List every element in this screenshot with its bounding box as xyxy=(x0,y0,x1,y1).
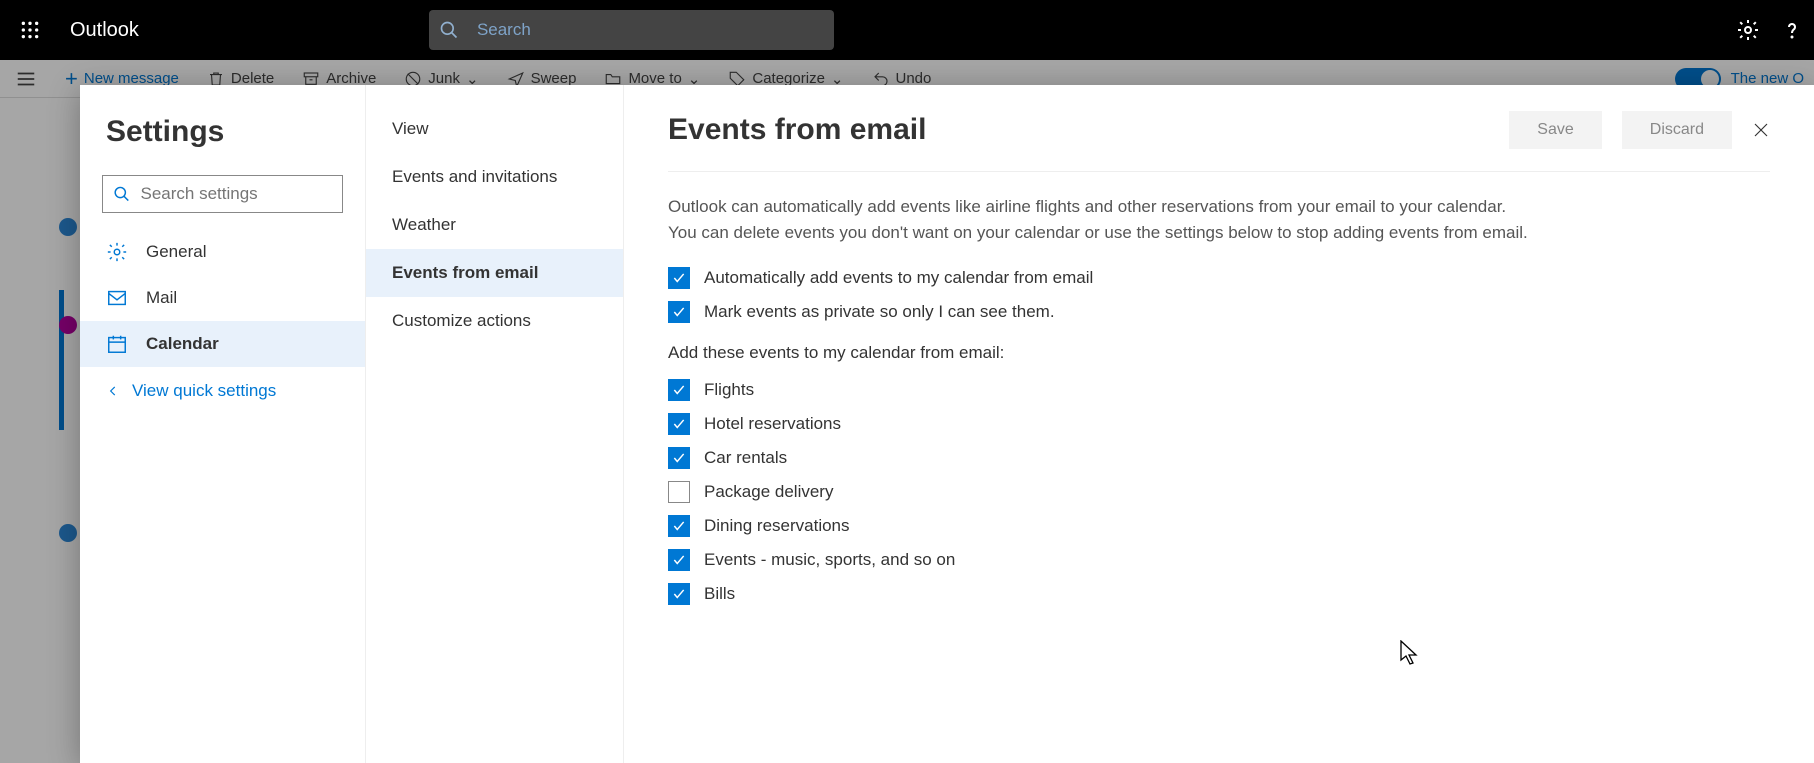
checkbox-event-type[interactable]: Car rentals xyxy=(668,447,1770,469)
nav-calendar[interactable]: Calendar xyxy=(80,321,365,367)
checkbox[interactable] xyxy=(668,379,690,401)
search-placeholder: Search xyxy=(477,20,531,40)
checkbox-label: Flights xyxy=(704,380,754,400)
checkbox[interactable] xyxy=(668,267,690,289)
subnav-customize-actions[interactable]: Customize actions xyxy=(366,297,623,345)
checkbox-event-type[interactable]: Events - music, sports, and so on xyxy=(668,549,1770,571)
close-icon[interactable] xyxy=(1752,121,1770,139)
checkbox-event-type[interactable]: Bills xyxy=(668,583,1770,605)
checkbox-label: Dining reservations xyxy=(704,516,850,536)
checkbox[interactable] xyxy=(668,413,690,435)
search-icon xyxy=(113,184,130,204)
subnav-view[interactable]: View xyxy=(366,105,623,153)
checkbox-event-type[interactable]: Package delivery xyxy=(668,481,1770,503)
top-right-controls xyxy=(1736,18,1804,42)
settings-subnav: View Events and invitations Weather Even… xyxy=(366,85,624,763)
checkbox-label: Events - music, sports, and so on xyxy=(704,550,955,570)
event-types-heading: Add these events to my calendar from ema… xyxy=(668,343,1770,363)
checkbox-auto-add[interactable]: Automatically add events to my calendar … xyxy=(668,267,1770,289)
nav-general-label: General xyxy=(146,242,206,262)
gear-icon[interactable] xyxy=(1736,18,1760,42)
subnav-weather[interactable]: Weather xyxy=(366,201,623,249)
checkbox-label: Automatically add events to my calendar … xyxy=(704,268,1093,288)
checkbox-event-type[interactable]: Flights xyxy=(668,379,1770,401)
settings-title: Settings xyxy=(106,115,365,149)
settings-modal: Settings General Mail Calendar View quic… xyxy=(80,85,1814,763)
nav-calendar-label: Calendar xyxy=(146,334,219,354)
quick-settings-label: View quick settings xyxy=(132,381,276,401)
settings-panel: Events from email Save Discard Outlook c… xyxy=(624,85,1814,763)
checkbox[interactable] xyxy=(668,301,690,323)
checkbox-label: Mark events as private so only I can see… xyxy=(704,302,1055,322)
checkbox[interactable] xyxy=(668,583,690,605)
top-bar: Outlook Search xyxy=(0,0,1814,60)
calendar-icon xyxy=(106,333,128,355)
checkbox-label: Hotel reservations xyxy=(704,414,841,434)
app-launcher-icon[interactable] xyxy=(10,10,50,50)
checkbox[interactable] xyxy=(668,515,690,537)
checkbox-label: Bills xyxy=(704,584,735,604)
nav-mail-label: Mail xyxy=(146,288,177,308)
subnav-events-invitations[interactable]: Events and invitations xyxy=(366,153,623,201)
checkbox-event-type[interactable]: Dining reservations xyxy=(668,515,1770,537)
checkbox[interactable] xyxy=(668,447,690,469)
subnav-events-from-email[interactable]: Events from email xyxy=(366,249,623,297)
checkbox[interactable] xyxy=(668,549,690,571)
search-settings-input[interactable] xyxy=(102,175,343,213)
settings-sidebar: Settings General Mail Calendar View quic… xyxy=(80,85,366,763)
checkbox-event-type[interactable]: Hotel reservations xyxy=(668,413,1770,435)
checkbox-label: Package delivery xyxy=(704,482,833,502)
mail-icon xyxy=(106,287,128,309)
checkbox[interactable] xyxy=(668,481,690,503)
nav-general[interactable]: General xyxy=(80,229,365,275)
nav-mail[interactable]: Mail xyxy=(80,275,365,321)
search-box[interactable]: Search xyxy=(429,10,834,50)
discard-button[interactable]: Discard xyxy=(1622,111,1732,149)
app-title[interactable]: Outlook xyxy=(70,19,139,42)
chevron-left-icon xyxy=(106,384,120,398)
panel-header: Events from email Save Discard xyxy=(668,111,1770,172)
panel-description: Outlook can automatically add events lik… xyxy=(668,194,1528,245)
view-quick-settings-link[interactable]: View quick settings xyxy=(80,367,365,415)
gear-icon xyxy=(106,241,128,263)
help-icon[interactable] xyxy=(1780,18,1804,42)
save-button[interactable]: Save xyxy=(1509,111,1601,149)
panel-title: Events from email xyxy=(668,113,926,147)
checkbox-mark-private[interactable]: Mark events as private so only I can see… xyxy=(668,301,1770,323)
search-settings-field[interactable] xyxy=(140,184,332,204)
checkbox-label: Car rentals xyxy=(704,448,787,468)
search-icon xyxy=(439,20,459,40)
